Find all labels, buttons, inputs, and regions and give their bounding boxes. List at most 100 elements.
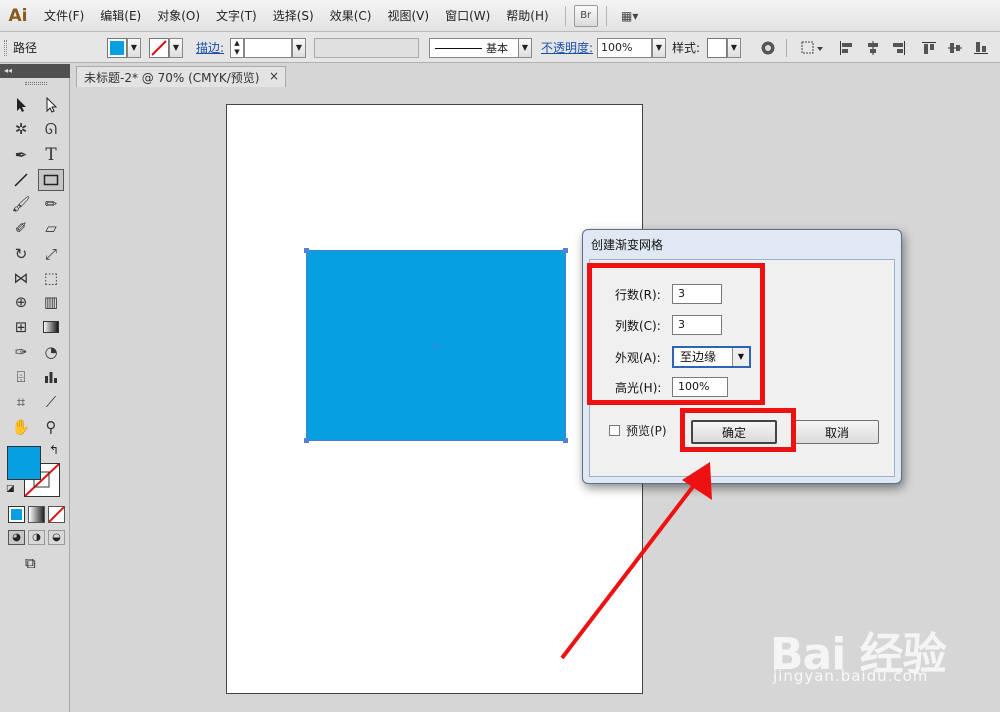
app-logo: Ai	[8, 5, 28, 26]
brush-dropdown-arrow[interactable]: ▼	[518, 38, 532, 58]
fill-color-box-front[interactable]	[7, 446, 41, 480]
align-bottom-icon[interactable]	[973, 40, 989, 56]
mesh-tool-icon[interactable]: ⊞	[8, 316, 34, 338]
draw-normal-icon[interactable]: ◕	[8, 530, 25, 545]
variable-width-profile[interactable]	[314, 38, 419, 58]
baidu-watermark: Bai 经验 jingyan.baidu.com	[770, 598, 1000, 688]
center-point	[434, 344, 437, 347]
tools-panel-header[interactable]: ◂◂	[0, 64, 70, 78]
annotation-arrow-icon	[560, 462, 712, 660]
eraser-tool-icon[interactable]: ▱	[38, 217, 64, 239]
control-separator	[786, 39, 787, 57]
opacity-dropdown-arrow[interactable]: ▼	[652, 38, 666, 58]
stroke-line-icon	[435, 48, 482, 49]
stroke-dropdown-arrow[interactable]: ▼	[169, 38, 183, 58]
selection-tool-icon[interactable]	[8, 94, 34, 116]
menu-separator	[605, 5, 607, 26]
direct-selection-tool-icon[interactable]	[38, 94, 64, 116]
artboard-tool-icon[interactable]: ⌗	[8, 391, 34, 413]
menu-select[interactable]: 选择(S)	[265, 0, 322, 32]
menu-window[interactable]: 窗口(W)	[437, 0, 498, 32]
free-transform-tool-icon[interactable]: ⬚	[38, 267, 64, 289]
rotate-tool-icon[interactable]: ↻	[8, 243, 34, 265]
blend-tool-icon[interactable]: ◔	[38, 341, 64, 363]
zoom-tool-icon[interactable]: ⚲	[38, 416, 64, 438]
draw-behind-icon[interactable]: ◑	[28, 530, 45, 545]
opacity-field[interactable]: 100%	[597, 38, 652, 58]
selection-handle[interactable]	[304, 248, 309, 253]
selection-handle[interactable]	[563, 248, 568, 253]
eyedropper-tool-icon[interactable]: ✑	[8, 341, 34, 363]
document-tab[interactable]: 未标题-2* @ 70% (CMYK/预览) ×	[76, 66, 286, 87]
selection-handle[interactable]	[304, 438, 309, 443]
pen-tool-icon[interactable]: ✒	[8, 144, 34, 166]
lasso-tool-icon[interactable]: ᘏ	[38, 118, 64, 140]
menu-view[interactable]: 视图(V)	[379, 0, 437, 32]
preview-checkbox[interactable]	[609, 425, 620, 436]
align-middle-icon[interactable]	[947, 40, 963, 56]
gradient-tool-icon[interactable]	[38, 316, 64, 338]
opacity-label[interactable]: 不透明度:	[541, 38, 593, 58]
blob-brush-tool-icon[interactable]: ✐	[8, 217, 34, 239]
menu-type[interactable]: 文字(T)	[208, 0, 265, 32]
draw-inside-icon[interactable]: ◒	[48, 530, 65, 545]
selected-rectangle[interactable]	[306, 250, 566, 441]
rectangle-tool-icon[interactable]	[38, 169, 64, 191]
align-top-icon[interactable]	[921, 40, 937, 56]
line-segment-tool-icon[interactable]	[8, 169, 34, 191]
brush-definition-field[interactable]: 基本	[429, 38, 519, 58]
stroke-weight-field[interactable]	[244, 38, 292, 58]
default-colors-icon[interactable]: ◪	[6, 484, 15, 494]
align-right-icon[interactable]	[891, 40, 907, 56]
style-dropdown-arrow[interactable]: ▼	[727, 38, 741, 58]
stroke-weight-stepper[interactable]: ▲ ▼	[230, 38, 244, 58]
hand-tool-icon[interactable]: ✋	[8, 416, 34, 438]
menu-edit[interactable]: 编辑(E)	[92, 0, 149, 32]
perspective-grid-tool-icon[interactable]: ▥	[38, 291, 64, 313]
column-graph-tool-icon[interactable]	[38, 366, 64, 388]
align-center-icon[interactable]	[865, 40, 881, 56]
type-tool-icon[interactable]: T	[38, 144, 64, 166]
slice-tool-icon[interactable]: ⟋	[38, 391, 64, 413]
pencil-tool-icon[interactable]: ✏	[38, 193, 64, 215]
menu-bar: Ai 文件(F) 编辑(E) 对象(O) 文字(T) 选择(S) 效果(C) 视…	[0, 0, 1000, 32]
none-mode-button[interactable]	[48, 506, 65, 523]
menu-help[interactable]: 帮助(H)	[498, 0, 556, 32]
symbol-sprayer-tool-icon[interactable]: ⌹	[8, 366, 34, 388]
scale-tool-icon[interactable]: ⤢	[38, 243, 64, 265]
cancel-button[interactable]: 取消	[795, 420, 879, 444]
stroke-weight-label[interactable]: 描边:	[196, 38, 224, 58]
document-tab-title: 未标题-2* @ 70% (CMYK/预览)	[84, 70, 260, 85]
workspace-switcher-button[interactable]: ▦▾	[615, 5, 645, 27]
shape-builder-tool-icon[interactable]: ⊕	[8, 291, 34, 313]
color-mode-button[interactable]	[8, 506, 25, 523]
gradient-mode-button[interactable]	[28, 506, 45, 523]
preview-label[interactable]: 预览(P)	[626, 422, 667, 439]
width-tool-icon[interactable]: ⋈	[8, 267, 34, 289]
align-left-icon[interactable]	[838, 40, 854, 56]
swap-fill-stroke-icon[interactable]: ↰	[49, 443, 59, 457]
menu-effect[interactable]: 效果(C)	[322, 0, 380, 32]
stroke-style-value: 基本	[486, 42, 508, 55]
stroke-swatch[interactable]	[149, 38, 169, 58]
no-stroke-icon	[151, 40, 167, 56]
menu-object[interactable]: 对象(O)	[149, 0, 208, 32]
transform-icon[interactable]	[800, 40, 824, 56]
grip-icon	[25, 82, 47, 85]
fill-color-chip	[110, 41, 124, 55]
selection-type-label: 路径	[13, 41, 38, 55]
watermark-url: jingyan.baidu.com	[773, 667, 929, 685]
bridge-button[interactable]: Br	[573, 4, 598, 27]
recolor-artwork-icon[interactable]	[760, 40, 776, 56]
fill-swatch[interactable]	[107, 38, 127, 58]
magic-wand-tool-icon[interactable]: ✲	[8, 118, 34, 140]
paintbrush-tool-icon[interactable]: 🖌	[8, 193, 34, 215]
grip-icon	[4, 40, 7, 56]
dialog-title: 创建渐变网格	[591, 238, 664, 252]
graphic-style-swatch[interactable]	[707, 38, 727, 58]
close-tab-icon[interactable]: ×	[269, 69, 279, 83]
fill-dropdown-arrow[interactable]: ▼	[127, 38, 141, 58]
menu-file[interactable]: 文件(F)	[36, 0, 92, 32]
stroke-weight-dropdown[interactable]: ▼	[292, 38, 306, 58]
screen-mode-icon[interactable]: ⧉	[25, 554, 36, 572]
